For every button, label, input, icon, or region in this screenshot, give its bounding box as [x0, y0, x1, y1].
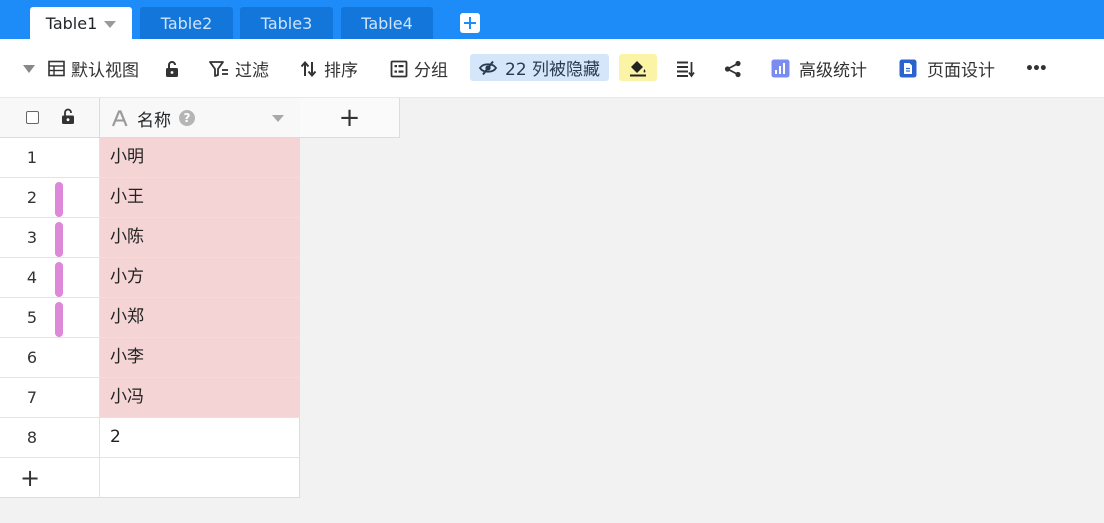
- stats-icon: [771, 59, 790, 78]
- eye-slash-icon: [479, 60, 497, 75]
- unlock-icon[interactable]: [61, 108, 75, 125]
- help-icon[interactable]: ?: [179, 110, 195, 126]
- unlock-icon: [166, 60, 178, 77]
- view-name: 默认视图: [71, 61, 139, 81]
- table-row[interactable]: 1 小明: [0, 138, 300, 178]
- table-row[interactable]: 7 小冯: [0, 378, 300, 418]
- chevron-down-icon[interactable]: [272, 115, 284, 122]
- filter-icon: [209, 60, 228, 77]
- tab-label: Table4: [361, 13, 413, 33]
- header-index-cell: [0, 98, 100, 138]
- row-color-button[interactable]: [619, 54, 657, 81]
- table-header: 名称 ?: [0, 98, 300, 138]
- table-grid-icon: [48, 60, 65, 77]
- page-design-label: 页面设计: [927, 61, 995, 81]
- row-number: 6: [26, 348, 38, 367]
- view-switcher[interactable]: 默认视图: [22, 39, 139, 98]
- table-row[interactable]: 82: [0, 418, 300, 458]
- more-label: •••: [1025, 60, 1048, 77]
- lock-view-button[interactable]: [164, 39, 180, 98]
- add-row-button[interactable]: +: [20, 464, 40, 492]
- tab-table1[interactable]: Table1: [30, 7, 132, 39]
- add-row-cell: +: [0, 458, 100, 498]
- name-cell[interactable]: 2: [100, 418, 300, 457]
- page-design-button[interactable]: 页面设计: [899, 39, 995, 98]
- tab-table3[interactable]: Table3: [240, 7, 333, 39]
- paint-bucket-icon: [630, 60, 646, 76]
- toolbar: 默认视图 过滤 排序 分组 22 列被隐藏 高级统计 页面设计 •••: [0, 39, 1104, 98]
- tab-label: Table2: [160, 13, 213, 33]
- row-index-cell[interactable]: 4: [0, 258, 100, 297]
- row-index-cell[interactable]: 2: [0, 178, 100, 217]
- hidden-columns-label: 22 列被隐藏: [505, 60, 601, 80]
- row-index-cell[interactable]: 5: [0, 298, 100, 337]
- sort-label: 排序: [324, 61, 358, 81]
- chevron-down-icon: [23, 64, 35, 73]
- tab-bar: Table1 Table2 Table3 Table4: [0, 0, 1104, 39]
- tab-label: Table3: [260, 13, 313, 33]
- column-title: 名称: [137, 110, 171, 131]
- name-cell[interactable]: 小李: [100, 338, 300, 377]
- share-button[interactable]: [724, 39, 742, 98]
- add-row-area: +: [0, 458, 300, 498]
- row-color-marker: [55, 182, 63, 217]
- row-number: 8: [26, 428, 38, 447]
- group-icon: [390, 60, 408, 77]
- row-index-cell[interactable]: 6: [0, 338, 100, 377]
- row-number: 1: [26, 148, 38, 167]
- table-row[interactable]: 2 小王: [0, 178, 300, 218]
- data-table: 名称 ? 1 小明 2 小王 3 小陈 4 小方 5 小郑 6 小李 7 小冯 8 2 +: [0, 98, 300, 498]
- filter-label: 过滤: [235, 61, 269, 81]
- sort-button[interactable]: 排序: [300, 39, 358, 98]
- table-row[interactable]: 4 小方: [0, 258, 300, 298]
- share-icon: [724, 60, 741, 77]
- tab-table4[interactable]: Table4: [341, 7, 433, 39]
- row-index-cell[interactable]: 1: [0, 138, 100, 177]
- name-cell[interactable]: 小郑: [100, 298, 300, 337]
- name-cell[interactable]: 小明: [100, 138, 300, 177]
- column-header-name[interactable]: 名称 ?: [100, 98, 300, 138]
- chevron-down-icon[interactable]: [104, 20, 117, 28]
- add-table-button[interactable]: [460, 13, 480, 33]
- add-column-button[interactable]: +: [300, 98, 400, 138]
- more-icon[interactable]: •••: [1025, 39, 1048, 98]
- select-all-checkbox[interactable]: [26, 111, 39, 124]
- name-cell[interactable]: 小王: [100, 178, 300, 217]
- table-row[interactable]: 3 小陈: [0, 218, 300, 258]
- row-color-marker: [55, 222, 63, 257]
- row-index-cell[interactable]: 8: [0, 418, 100, 457]
- row-color-marker: [55, 262, 63, 297]
- tab-label: Table1: [45, 13, 98, 33]
- row-index-cell[interactable]: 3: [0, 218, 100, 257]
- advanced-stats-label: 高级统计: [799, 61, 867, 81]
- text-field-icon: [111, 109, 128, 126]
- row-number: 7: [26, 388, 38, 407]
- sort-icon: [300, 60, 317, 77]
- table-row[interactable]: 5 小郑: [0, 298, 300, 338]
- group-button[interactable]: 分组: [390, 39, 448, 98]
- row-color-marker: [55, 302, 63, 337]
- name-cell[interactable]: 小冯: [100, 378, 300, 417]
- row-height-icon: [677, 61, 695, 78]
- page-design-icon: [899, 59, 917, 78]
- advanced-stats-button[interactable]: 高级统计: [771, 39, 867, 98]
- row-index-cell[interactable]: 7: [0, 378, 100, 417]
- row-height-button[interactable]: [676, 39, 695, 98]
- table-row[interactable]: 6 小李: [0, 338, 300, 378]
- name-cell[interactable]: 小陈: [100, 218, 300, 257]
- tab-table2[interactable]: Table2: [140, 7, 233, 39]
- hidden-columns-button[interactable]: 22 列被隐藏: [470, 54, 609, 81]
- group-label: 分组: [414, 61, 448, 81]
- filter-button[interactable]: 过滤: [209, 39, 269, 98]
- name-cell[interactable]: 小方: [100, 258, 300, 297]
